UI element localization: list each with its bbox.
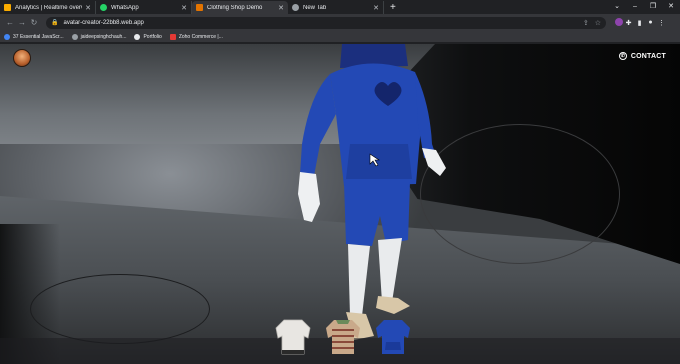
- site-logo-avatar[interactable]: [13, 49, 31, 67]
- new-tab-plus-icon[interactable]: +: [390, 1, 396, 14]
- extensions-area: ✚ ▮ ● ⋮: [612, 17, 667, 28]
- analytics-favicon-icon: [4, 4, 11, 11]
- right-shoe: [376, 296, 410, 314]
- profile-avatar-icon[interactable]: [612, 17, 623, 28]
- side-panel-icon[interactable]: ▮: [634, 19, 645, 27]
- tab-title: WhatsApp: [111, 4, 139, 11]
- tab-new-tab[interactable]: New Tab ✕: [288, 1, 384, 14]
- github-favicon-icon: [71, 33, 78, 40]
- bookmark-label: 37 Essential JavaScr...: [13, 33, 64, 40]
- bookmark-label: Portfolio: [143, 33, 162, 40]
- bookmark-item[interactable]: Zoho Commerce |...: [169, 33, 223, 40]
- bookmark-label: jaideepsinghchauh...: [80, 33, 127, 40]
- reload-icon[interactable]: ↻: [28, 18, 40, 27]
- zoho-favicon-icon: [169, 33, 176, 40]
- bookmark-item[interactable]: Portfolio: [134, 33, 162, 40]
- tab-analytics[interactable]: Analytics | Realtime overview ✕: [0, 1, 96, 14]
- portfolio-favicon-icon: [134, 33, 141, 40]
- address-bar[interactable]: 🔒 avatar-creator-22bb8.web.app ⇪ ☆: [46, 16, 606, 29]
- floor-cable: [420, 124, 620, 264]
- lock-icon[interactable]: 🔒: [51, 19, 58, 26]
- share-icon[interactable]: ⇪: [583, 19, 589, 27]
- chrome-favicon-icon: [292, 4, 299, 11]
- white-sweater-option[interactable]: [272, 314, 314, 358]
- bookmark-star-icon[interactable]: ☆: [595, 19, 601, 27]
- close-tab-icon[interactable]: ✕: [85, 4, 91, 12]
- close-window-icon[interactable]: ✕: [662, 0, 680, 14]
- left-sleeve: [300, 74, 336, 176]
- minimize-icon[interactable]: –: [626, 0, 644, 14]
- tab-title: Clothing Shop Demo: [207, 4, 263, 11]
- floor-cable: [30, 274, 210, 344]
- maximize-icon[interactable]: ❐: [644, 0, 662, 14]
- close-tab-icon[interactable]: ✕: [373, 4, 379, 12]
- bookmark-favicon-icon: [4, 33, 10, 40]
- tab-title: New Tab: [303, 4, 327, 11]
- shorts: [344, 182, 410, 246]
- address-url[interactable]: avatar-creator-22bb8.web.app: [63, 20, 576, 26]
- hoodie-pocket: [346, 144, 412, 179]
- tab-search-chevron-icon[interactable]: ⌄: [608, 0, 626, 14]
- tab-whatsapp[interactable]: WhatsApp ✕: [96, 1, 192, 14]
- browser-toolbar: ← → ↻ 🔒 avatar-creator-22bb8.web.app ⇪ ☆…: [0, 14, 680, 31]
- right-glove: [422, 148, 446, 176]
- left-leg: [348, 244, 370, 316]
- striped-sweater-option[interactable]: [322, 314, 364, 358]
- menu-kebab-icon[interactable]: ⋮: [656, 19, 667, 27]
- outfit-thumbnails: [272, 314, 414, 358]
- contact-label: CONTACT: [630, 52, 666, 60]
- shop-favicon-icon: [196, 4, 203, 11]
- bookmark-label: Zoho Commerce |...: [178, 33, 223, 40]
- tab-title: Analytics | Realtime overview: [15, 4, 82, 11]
- avatar-model[interactable]: [290, 44, 450, 344]
- whatsapp-icon: ✆: [618, 52, 627, 60]
- forward-arrow-icon[interactable]: →: [16, 18, 28, 27]
- bookmarks-bar: 37 Essential JavaScr... jaideepsinghchau…: [0, 31, 680, 43]
- whatsapp-favicon-icon: [100, 4, 107, 11]
- account-icon[interactable]: ●: [645, 19, 656, 26]
- bookmark-item[interactable]: jaideepsinghchauh...: [71, 33, 127, 40]
- window-controls: ⌄ – ❐ ✕: [608, 0, 680, 14]
- browser-tab-strip: Analytics | Realtime overview ✕ WhatsApp…: [0, 0, 680, 14]
- contact-button[interactable]: ✆ CONTACT: [618, 52, 666, 60]
- close-tab-icon[interactable]: ✕: [181, 4, 187, 12]
- blue-hoodie-option[interactable]: [372, 314, 414, 358]
- right-leg: [378, 238, 402, 302]
- extensions-puzzle-icon[interactable]: ✚: [623, 19, 634, 27]
- back-arrow-icon[interactable]: ←: [4, 18, 16, 27]
- left-glove: [298, 172, 320, 222]
- close-tab-icon[interactable]: ✕: [278, 4, 284, 12]
- bookmark-item[interactable]: 37 Essential JavaScr...: [4, 33, 64, 40]
- tab-clothing-shop[interactable]: Clothing Shop Demo ✕: [192, 1, 288, 14]
- avatar-3d-viewport[interactable]: ✆ CONTACT: [0, 44, 680, 364]
